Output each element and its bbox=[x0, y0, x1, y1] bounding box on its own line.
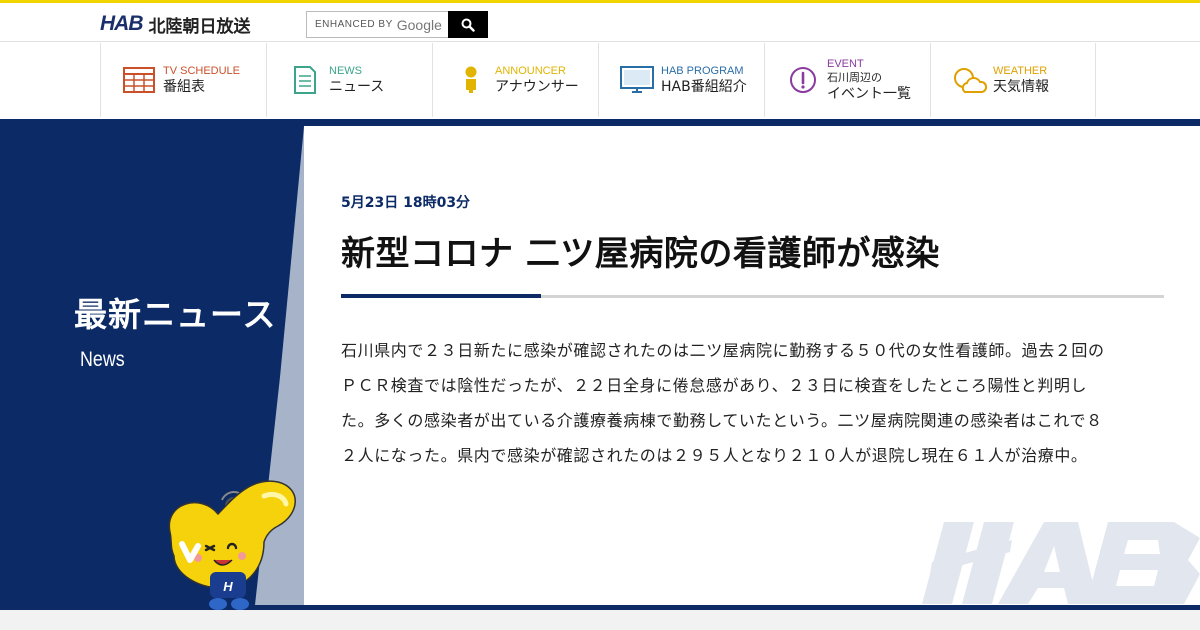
nav-en-label: NEWS bbox=[329, 64, 362, 77]
nav-item-announcer[interactable]: ANNOUNCER アナウンサー bbox=[432, 43, 598, 117]
nav-en-label: HAB PROGRAM bbox=[661, 64, 744, 77]
nav-jp-label: 天気情報 bbox=[993, 78, 1049, 95]
nav-item-tv-schedule[interactable]: TV SCHEDULE 番組表 bbox=[100, 43, 266, 117]
nav-jp-label-line1: 石川周辺の bbox=[827, 70, 882, 84]
article-date: 5月23日 18時03分 bbox=[341, 195, 471, 211]
svg-text:H: H bbox=[223, 579, 233, 594]
nav-jp-label: アナウンサー bbox=[495, 78, 579, 95]
hab-logo[interactable]: HAB 北陸朝日放送 bbox=[100, 12, 251, 37]
main-nav: TV SCHEDULE 番組表 NEWS ニュース ANNOUNCER アナウン… bbox=[0, 43, 1200, 117]
nav-en-label: WEATHER bbox=[993, 64, 1048, 77]
section-title: 最新ニュース bbox=[74, 295, 277, 334]
weather-icon bbox=[951, 64, 987, 96]
nav-en-label: TV SCHEDULE bbox=[163, 64, 241, 77]
nav-jp-label: ニュース bbox=[329, 78, 385, 95]
top-bar: HAB 北陸朝日放送 ENHANCED BY Google bbox=[0, 0, 1200, 42]
exclamation-icon bbox=[785, 64, 821, 96]
article-headline: 新型コロナ 二ツ屋病院の看護師が感染 bbox=[341, 234, 940, 274]
search-google-label: Google bbox=[396, 16, 442, 33]
nav-item-event[interactable]: EVENT 石川周辺の イベント一覧 bbox=[764, 43, 930, 117]
section-subtitle: News bbox=[80, 348, 125, 371]
nav-en-label: EVENT bbox=[827, 57, 864, 70]
nav-item-weather[interactable]: WEATHER 天気情報 bbox=[930, 43, 1096, 117]
search-button[interactable] bbox=[448, 11, 488, 38]
logo-mark: HAB bbox=[100, 12, 143, 35]
search-input[interactable]: ENHANCED BY Google bbox=[306, 11, 448, 38]
headline-divider-accent bbox=[341, 294, 541, 298]
nav-jp-label: 番組表 bbox=[163, 78, 205, 95]
mascot-character: H bbox=[168, 480, 296, 610]
search-enhanced-label: ENHANCED BY bbox=[315, 19, 393, 30]
search-icon bbox=[461, 18, 475, 32]
logo-text: 北陸朝日放送 bbox=[148, 16, 251, 37]
nav-item-news[interactable]: NEWS ニュース bbox=[266, 43, 432, 117]
tv-schedule-icon bbox=[121, 64, 157, 96]
announcer-icon bbox=[453, 64, 489, 96]
news-icon bbox=[287, 64, 323, 96]
article-body: 石川県内で２３日新たに感染が確認されたのは二ツ屋病院に勤務する５０代の女性看護師… bbox=[341, 341, 1105, 465]
nav-item-hab-program[interactable]: HAB PROGRAM HAB番組紹介 bbox=[598, 43, 764, 117]
monitor-icon bbox=[619, 64, 655, 96]
nav-jp-label-line2: イベント一覧 bbox=[827, 85, 911, 102]
nav-jp-label: HAB番組紹介 bbox=[661, 78, 747, 95]
nav-en-label: ANNOUNCER bbox=[495, 64, 566, 77]
footer-band bbox=[0, 610, 1200, 630]
hab-watermark-logo bbox=[922, 522, 1200, 604]
